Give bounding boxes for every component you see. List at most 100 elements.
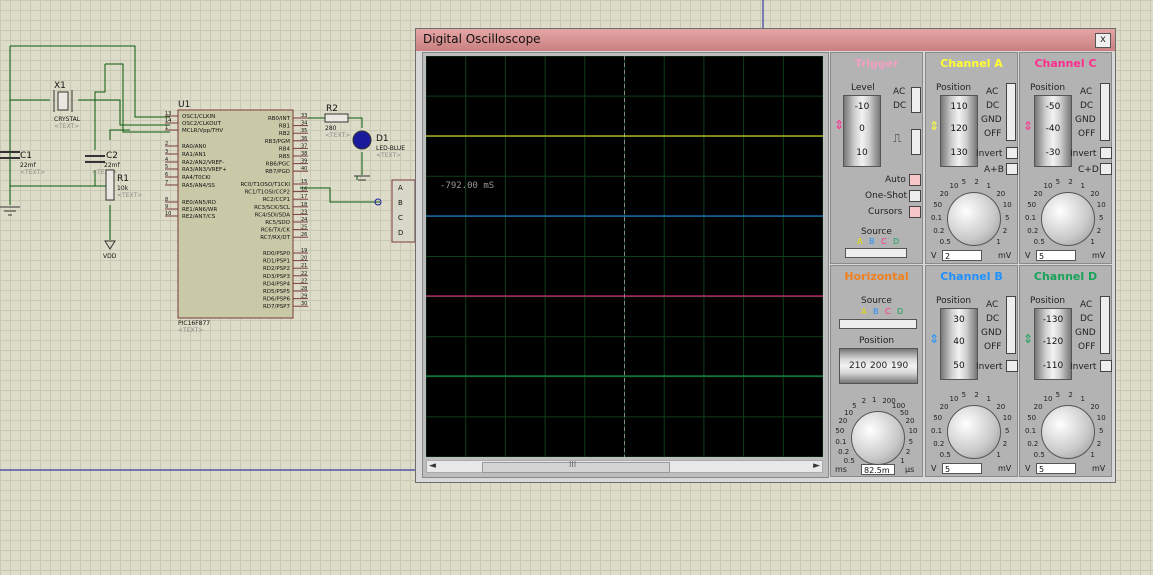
trigger-coupling-switch[interactable] [911,87,921,113]
title-bar[interactable]: Digital Oscilloscope x [416,29,1115,51]
trigger-source-slider[interactable] [845,248,907,258]
channel-b-coupling-switch[interactable] [1006,296,1016,354]
scope-display[interactable]: -792.00 mS [425,55,824,458]
knob-tick-label: 2 [1068,390,1073,399]
channel-d-volts-knob[interactable]: 0.5 0.2 0.1 50 20 10 5 2 1 20 10 5 2 1 [1024,388,1110,474]
invert-label: Invert [1070,362,1097,372]
channel-c-volts-knob[interactable]: 0.5 0.2 0.1 50 20 10 5 2 1 20 10 5 2 1 [1024,175,1110,261]
position-tick: 210 [849,361,867,371]
position-tick: -30 [1045,148,1061,158]
capacitor-c1[interactable]: C1 22mf <TEXT> [0,151,45,176]
pin-number: 13 [165,111,171,117]
channel-c-combine-button[interactable] [1100,163,1112,175]
knob-tick-label: 10 [1043,394,1053,403]
trigger-dc-label: DC [893,101,907,111]
knob-tick-label: 2 [974,177,979,186]
channel-a-volts-value[interactable]: 2 [942,250,982,261]
pin-number: 37 [301,143,307,149]
knob-tick-label: 1 [986,181,991,190]
pin-number: 6 [165,172,168,178]
pin-name: RD5/PSP5 [263,289,291,295]
knob-tick-label: 1 [996,237,1001,246]
scroll-right-icon[interactable]: ► [813,461,820,471]
resistor-r2[interactable]: R2 280 <TEXT> [324,104,350,139]
pin-number: 19 [301,248,307,254]
horizontal-scrollbar[interactable]: ◄ III ► [426,460,823,473]
source-c: C [881,237,887,246]
knob-tick-label: 1 [986,394,991,403]
trigger-edge-switch[interactable] [911,129,921,155]
cursors-button[interactable] [909,206,921,218]
auto-button[interactable] [909,174,921,186]
grip-icon: III [569,460,577,469]
crystal-x1[interactable]: X1 CRYSTAL <TEXT> [53,81,81,130]
scope-grid [425,55,824,458]
c1-ref: C1 [20,151,32,161]
knob-tick-label: 2 [974,390,979,399]
knob-tick-label: 2 [1002,226,1008,235]
pin-name: RD4/PSP4 [263,281,291,287]
resistor-r1[interactable]: R1 10k <TEXT> [105,169,142,201]
channel-d-position-scale[interactable]: -130 -120 -110 [1034,308,1072,380]
unit-right: mV [1092,251,1106,260]
knob-tick-label: 0.2 [838,447,850,456]
pin-name: RE0/AN5/RD [182,200,216,206]
channel-c-coupling-switch[interactable] [1100,83,1110,141]
knob-tick-label: 5 [1055,390,1061,399]
oscilloscope-window[interactable]: Digital Oscilloscope x -792.00 mS ◄ III … [415,28,1116,483]
u1-part: PIC16F877 [178,320,210,327]
channel-c-volts-value[interactable]: 5 [1036,250,1076,261]
channel-d-coupling-switch[interactable] [1100,296,1110,354]
led-d1[interactable]: D1 LED-BLUE <TEXT> [352,130,405,159]
channel-b-volts-value[interactable]: 5 [942,463,982,474]
capacitor-c2[interactable]: C2 22mf <TEXT> [85,151,120,176]
ic-u1[interactable]: U1 PIC16F877 <TEXT> 13 OSC1/CLKIN14 OSC2/C… [165,100,308,334]
r2-text: <TEXT> [325,132,350,139]
scrollbar-thumb[interactable]: III [482,460,670,473]
position-arrows-icon[interactable]: ⇕ [929,119,939,133]
unit-left: V [1025,464,1031,473]
pin-number: 17 [301,194,307,200]
horizontal-source-slider[interactable] [839,319,917,329]
pin-number: 20 [301,256,307,262]
channel-c-position-scale[interactable]: -50 -40 -30 [1034,95,1072,167]
display-frame: -792.00 mS ◄ III ► [422,52,829,478]
channel-b-position-scale[interactable]: 30 40 50 [940,308,978,380]
pin-name: RC6/TX/CK [261,228,291,234]
position-arrows-icon[interactable]: ⇕ [1023,332,1033,346]
gnd-label: GND [1075,115,1096,125]
channel-d-invert-button[interactable] [1100,360,1112,372]
position-tick: 120 [950,124,968,134]
knob-tick-label: 50 [835,427,845,436]
close-button[interactable]: x [1095,33,1111,48]
position-tick: 40 [953,337,965,347]
channel-a-volts-knob[interactable]: 0.5 0.2 0.1 50 20 10 5 2 1 20 10 5 2 1 [930,175,1016,261]
channel-c-invert-button[interactable] [1100,147,1112,159]
knob-tick-label: 5 [1005,214,1010,222]
channel-a-invert-button[interactable] [1006,147,1018,159]
pin-name: RC2/CCP1 [263,197,290,203]
dc-label: DC [986,101,1000,111]
channel-a-position-scale[interactable]: 110 120 130 [940,95,978,167]
source-d: D [897,307,904,316]
level-up-down-icon[interactable]: ⇕ [834,118,844,132]
off-label: OFF [984,342,1002,352]
channel-b-volts-knob[interactable]: 0.5 0.2 0.1 50 20 10 5 2 1 20 10 5 2 1 [930,388,1016,474]
channel-d-volts-value[interactable]: 5 [1036,463,1076,474]
timebase-value[interactable]: 82.5m [861,464,895,475]
channel-a-combine-button[interactable] [1006,163,1018,175]
ac-label: AC [986,300,999,310]
position-arrows-icon[interactable]: ⇕ [929,332,939,346]
scroll-left-icon[interactable]: ◄ [429,461,436,471]
x1-text: <TEXT> [54,123,79,130]
trigger-level-scale[interactable]: -10 0 10 [843,95,881,167]
pin-number: 25 [301,225,307,231]
channel-b-invert-button[interactable] [1006,360,1018,372]
ac-label: AC [1080,87,1093,97]
one-shot-button[interactable] [909,190,921,202]
off-label: OFF [1078,342,1096,352]
channel-a-coupling-switch[interactable] [1006,83,1016,141]
horizontal-position-scale[interactable]: 210 200 190 [839,348,918,384]
position-arrows-icon[interactable]: ⇕ [1023,119,1033,133]
scope-probe-block[interactable]: A B C D [374,179,416,243]
